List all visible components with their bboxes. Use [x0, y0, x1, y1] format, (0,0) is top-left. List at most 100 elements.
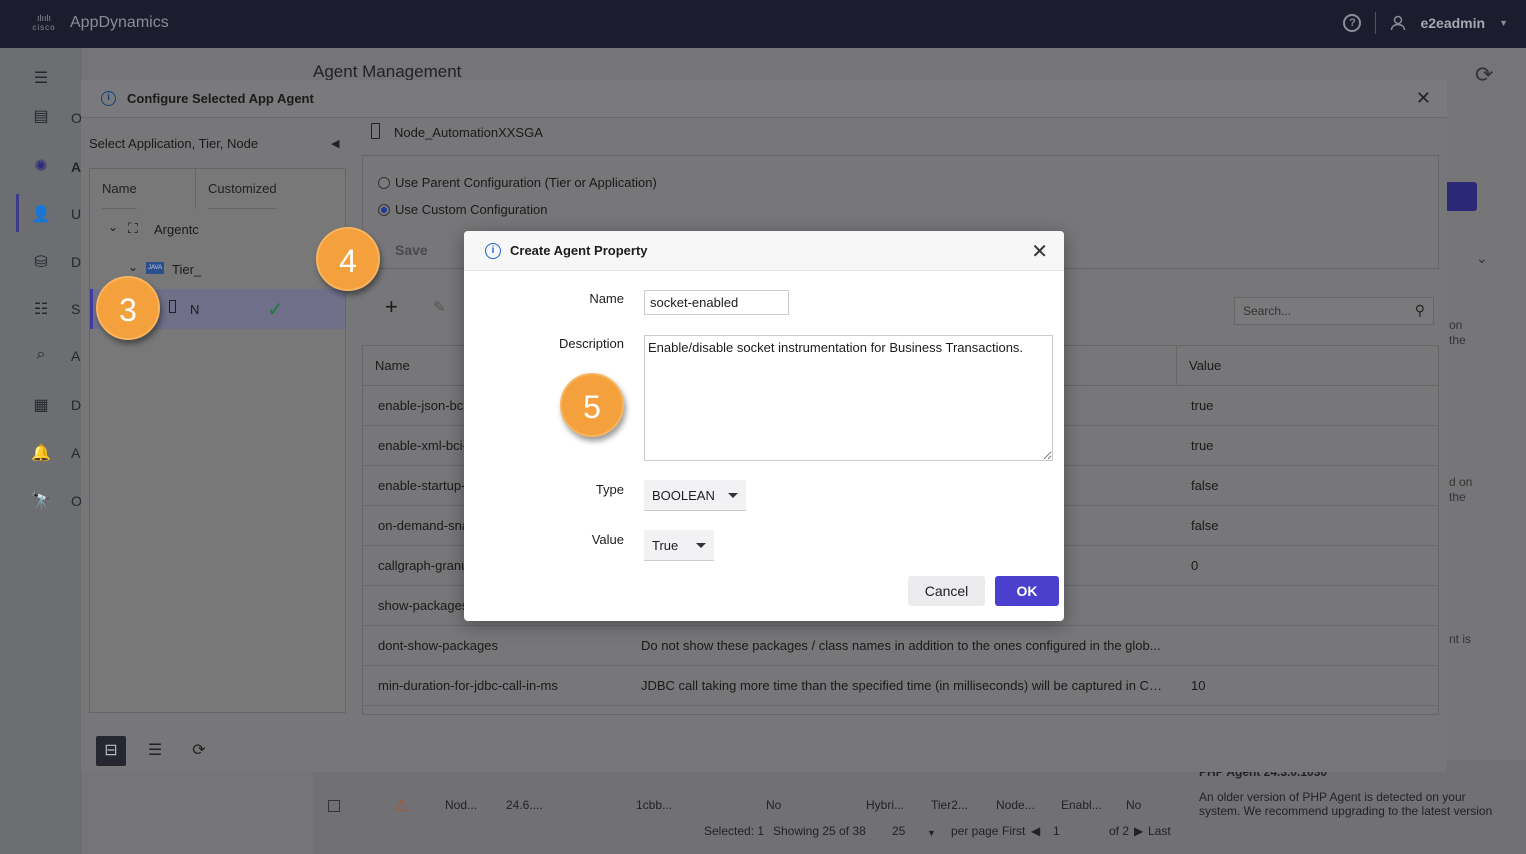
radio-label: Use Parent Configuration (Tier or Applic… [395, 175, 657, 190]
table-cell: Enabl... [1061, 798, 1102, 812]
php-notice-text: An older version of PHP Agent is detecte… [1199, 790, 1493, 818]
select-tree-label: Select Application, Tier, Node [89, 136, 259, 151]
tree-item-label: Tier_ [172, 262, 202, 277]
chevron-down-icon[interactable]: ⌄ [128, 260, 138, 274]
table-cell: 1cbb... [636, 798, 673, 812]
warning-icon: ⚠ [394, 798, 409, 815]
step-marker-5: 5 [560, 373, 624, 437]
node-icon [371, 123, 380, 139]
java-icon: JAVA [146, 262, 165, 274]
per-page-select[interactable]: 25 [892, 824, 905, 838]
overview-icon[interactable]: ▤ [31, 106, 51, 125]
nav-label: S [71, 301, 81, 317]
column-header-name[interactable]: Name [375, 358, 410, 373]
tree-view-icon[interactable]: ⊟ [96, 736, 126, 766]
page-count: of 2 [1109, 824, 1130, 838]
applications-icon[interactable]: ✺ [31, 156, 51, 175]
type-select[interactable]: BOOLEAN [644, 480, 746, 511]
background-text: d on [1449, 475, 1473, 489]
chevron-down-icon[interactable]: ▼ [1499, 18, 1508, 28]
value-select[interactable]: True [644, 530, 714, 561]
tree-item-application[interactable]: ⌄ ⛶ Argentc [90, 209, 345, 249]
ok-button[interactable]: OK [995, 576, 1059, 606]
dialog-title: Create Agent Property [510, 243, 648, 258]
property-name-input[interactable] [644, 290, 789, 315]
help-icon[interactable]: ? [1343, 14, 1362, 32]
refresh-icon[interactable]: ⟳ [184, 736, 214, 766]
chevron-down-icon[interactable]: ⌄ [108, 220, 118, 234]
value-label: Value [591, 532, 624, 547]
radio-button[interactable] [378, 176, 390, 189]
alerts-icon[interactable]: 🔔 [31, 443, 51, 462]
next-page-icon[interactable]: ▶ [1134, 824, 1143, 838]
property-description-input[interactable]: Enable/disable socket instrumentation fo… [644, 335, 1053, 461]
type-select-value: BOOLEAN [652, 488, 715, 503]
type-label: Type [595, 482, 624, 497]
servers-icon[interactable]: ☷ [31, 299, 51, 318]
last-page-link[interactable]: Last [1148, 824, 1171, 838]
property-description: Do not show these packages / class names… [641, 638, 1161, 653]
save-button[interactable]: Save [395, 242, 428, 258]
top-right-controls: ? e2eadmin ▼ [1343, 12, 1508, 34]
brand[interactable]: ılıılı cisco AppDynamics [30, 13, 169, 32]
collapse-panel-icon[interactable]: ◀ [331, 137, 339, 150]
row-checkbox[interactable] [328, 800, 340, 812]
radio-button[interactable] [378, 203, 390, 216]
use-custom-config-radio[interactable]: Use Custom Configuration [378, 202, 547, 217]
description-label: Description [558, 336, 624, 351]
divider [1375, 12, 1377, 34]
tree-item-label: Argentc [154, 222, 199, 237]
per-page-label: per page [951, 824, 999, 838]
prev-page-icon[interactable]: ◀ [1031, 824, 1040, 838]
radio-label: Use Custom Configuration [395, 202, 548, 217]
cancel-button[interactable]: Cancel [908, 576, 985, 606]
background-table [313, 772, 1193, 854]
search-icon[interactable]: ⚲ [1415, 302, 1425, 319]
analytics-icon[interactable]: ⌕ [31, 346, 51, 364]
cisco-logo: ılıılı cisco [32, 13, 56, 32]
selected-node-name: Node_AutomationXXSGA [394, 125, 543, 140]
search-input[interactable]: Search... ⚲ [1234, 297, 1434, 325]
first-page-link[interactable]: First [1002, 824, 1025, 838]
user-name[interactable]: e2eadmin [1420, 15, 1485, 31]
step-marker-3: 3 [96, 276, 160, 340]
list-view-icon[interactable]: ☰ [140, 736, 170, 766]
database-icon[interactable]: ⛁ [31, 252, 51, 271]
search-placeholder: Search... [1243, 304, 1292, 318]
divider [195, 169, 196, 209]
tree-header-name: Name [102, 169, 137, 209]
close-icon[interactable]: ✕ [1416, 88, 1431, 109]
user-icon[interactable] [1390, 15, 1406, 31]
users-icon[interactable]: 👤 [31, 204, 51, 223]
node-icon [169, 300, 176, 313]
table-cell: 24.6.... [506, 798, 543, 812]
node-tree: Name Customized ⌄ ⛶ Argentc ⌄ JAVA Tier_… [89, 168, 346, 713]
use-parent-config-radio[interactable]: Use Parent Configuration (Tier or Applic… [378, 175, 657, 190]
background-primary-button[interactable] [1447, 182, 1477, 211]
edit-property-icon[interactable]: ✎ [433, 298, 446, 316]
tree-item-label: N [190, 302, 200, 317]
showing-count: Showing 25 of 38 [773, 824, 866, 838]
table-row[interactable]: min-duration-for-jdbc-call-in-ms JDBC ca… [363, 666, 1438, 706]
nav-label: A [71, 159, 82, 175]
observe-icon[interactable]: 🔭 [31, 491, 51, 510]
nav-label: A [71, 445, 81, 461]
close-icon[interactable]: ✕ [1031, 239, 1048, 264]
background-text: nt is [1449, 632, 1472, 646]
property-value: false [1191, 518, 1219, 533]
chevron-down-icon[interactable]: ▼ [927, 828, 936, 838]
dashboards-icon[interactable]: ▦ [31, 395, 51, 414]
chevron-down-icon[interactable]: ⌄ [1476, 250, 1488, 267]
page-number[interactable]: 1 [1053, 824, 1060, 838]
column-header-value[interactable]: Value [1189, 358, 1221, 373]
menu-icon[interactable]: ☰ [31, 68, 51, 87]
selected-count: Selected: 1 [704, 824, 765, 838]
property-name: dont-show-packages [378, 638, 498, 653]
dialog-header: i Create Agent Property ✕ [464, 231, 1064, 271]
check-icon: ✓ [267, 299, 284, 321]
table-row[interactable]: dont-show-packages Do not show these pac… [363, 626, 1438, 666]
add-property-icon[interactable]: + [385, 294, 398, 320]
brand-name: AppDynamics [70, 14, 169, 31]
refresh-icon[interactable]: ⟳ [1475, 62, 1493, 88]
dialog-header: i Configure Selected App Agent ✕ [81, 80, 1447, 118]
